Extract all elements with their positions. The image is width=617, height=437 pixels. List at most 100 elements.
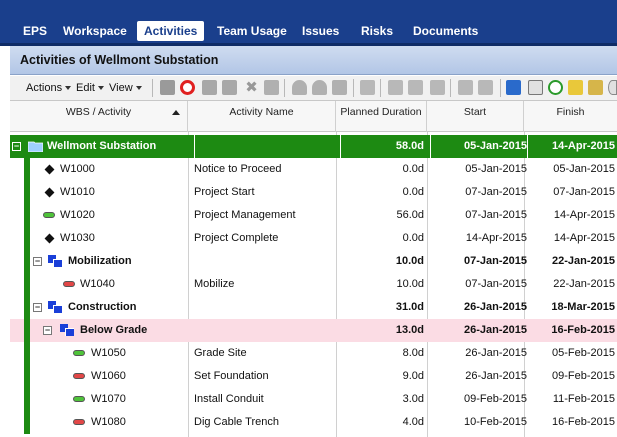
grid-icon[interactable]: [588, 80, 603, 95]
table-row[interactable]: W1020 Project Management 56.0d 07-Jan-20…: [10, 204, 617, 227]
activity-not-started-icon: [73, 350, 85, 356]
wbs-cell: − Mobilization: [10, 250, 188, 273]
row-activity-id: W1070: [91, 393, 126, 405]
duration-cell: 8.0d: [402, 347, 424, 359]
tab-eps[interactable]: EPS: [16, 21, 54, 41]
structure-icon[interactable]: [332, 80, 347, 95]
remove-icon[interactable]: ✖: [244, 80, 259, 95]
settings-icon[interactable]: [568, 80, 583, 95]
table-row[interactable]: W1080 Dig Cable Trench 4.0d 10-Feb-2015 …: [10, 411, 617, 434]
move-icon[interactable]: [202, 80, 217, 95]
project-folder-icon: [28, 141, 43, 152]
row-activity-id: W1080: [91, 416, 126, 428]
wbs-cell: W1070: [10, 388, 188, 411]
finish-cell: 14-Apr-2015: [527, 135, 617, 158]
check-icon[interactable]: [548, 80, 563, 95]
toolbar: Actions Edit View ✖: [10, 76, 617, 101]
column-header-wbs-activity[interactable]: WBS / Activity: [10, 101, 188, 132]
wbs-icon: [48, 301, 62, 313]
collapse-icon[interactable]: −: [43, 326, 52, 335]
page-title: Activities of Wellmont Substation: [10, 46, 617, 75]
start-cell: 26-Jan-2015: [465, 370, 527, 382]
activity-name-cell: [194, 296, 342, 319]
table-row[interactable]: W1030 Project Complete 0.0d 14-Apr-2015 …: [10, 227, 617, 250]
sort-ascending-icon: [172, 110, 180, 115]
tab-documents[interactable]: Documents: [406, 21, 485, 41]
column-header-activity-name[interactable]: Activity Name: [188, 101, 336, 132]
schedule-icon[interactable]: [506, 80, 521, 95]
save-icon[interactable]: [160, 80, 175, 95]
finish-cell: 22-Jan-2015: [553, 278, 615, 290]
more-icon[interactable]: [608, 80, 617, 95]
activity-not-started-icon: [43, 212, 55, 218]
wbs-cell: W1060: [10, 365, 188, 388]
view-menu[interactable]: View: [109, 82, 142, 94]
tab-team-usage[interactable]: Team Usage: [210, 21, 294, 41]
assign-role-icon[interactable]: [312, 80, 327, 95]
tab-workspace[interactable]: Workspace: [56, 21, 134, 41]
tab-activities[interactable]: Activities: [137, 21, 205, 41]
wbs-icon: [60, 324, 74, 336]
duration-cell: 31.0d: [395, 301, 424, 313]
milestone-icon: [44, 187, 55, 198]
table-row-wbs[interactable]: − Mobilization 10.0d 07-Jan-2015 22-Jan-…: [10, 250, 617, 273]
home-icon[interactable]: [478, 80, 493, 95]
activity-name-cell: [194, 135, 342, 158]
table-row-project[interactable]: − Wellmont Substation 58.0d 05-Jan-2015 …: [10, 135, 617, 158]
collapse-icon[interactable]: −: [33, 257, 42, 266]
activity-name-cell: Project Management: [194, 209, 296, 221]
toolbar-separator: [152, 79, 153, 97]
wbs-cell: W1010: [10, 181, 188, 204]
start-cell: 26-Jan-2015: [464, 301, 527, 313]
finish-cell: 16-Feb-2015: [551, 324, 615, 336]
table-row[interactable]: W1070 Install Conduit 3.0d 09-Feb-2015 1…: [10, 388, 617, 411]
duration-cell: 56.0d: [396, 209, 424, 221]
duration-cell: 3.0d: [402, 393, 424, 405]
reassign-icon[interactable]: [388, 80, 403, 95]
finish-cell: 09-Feb-2015: [552, 370, 615, 382]
finish-cell: 05-Jan-2015: [553, 163, 615, 175]
activity-name-cell: Set Foundation: [194, 370, 269, 382]
layout-icon[interactable]: [430, 80, 445, 95]
column-header-finish[interactable]: Finish: [524, 101, 617, 132]
activity-name-cell: [194, 319, 342, 342]
link-icon[interactable]: [222, 80, 237, 95]
table-row[interactable]: W1040 Mobilize 10.0d 07-Jan-2015 22-Jan-…: [10, 273, 617, 296]
filter-icon[interactable]: [264, 80, 279, 95]
actions-menu[interactable]: Actions: [26, 82, 71, 94]
table-row-wbs-selected[interactable]: − Below Grade 13.0d 26-Jan-2015 16-Feb-2…: [10, 319, 617, 342]
copy-icon[interactable]: [408, 80, 423, 95]
milestone-icon: [44, 233, 55, 244]
table-row[interactable]: W1060 Set Foundation 9.0d 26-Jan-2015 09…: [10, 365, 617, 388]
tab-risks[interactable]: Risks: [354, 21, 400, 41]
row-wbs-label: Wellmont Substation: [47, 140, 157, 152]
assign-resource-icon[interactable]: [292, 80, 307, 95]
finish-cell: 16-Feb-2015: [552, 416, 615, 428]
column-header-planned-duration[interactable]: Planned Duration: [336, 101, 427, 132]
wbs-icon: [48, 255, 62, 267]
table-row[interactable]: W1050 Grade Site 8.0d 26-Jan-2015 05-Feb…: [10, 342, 617, 365]
collapse-icon[interactable]: −: [33, 303, 42, 312]
wbs-cell: − Construction: [10, 296, 188, 319]
table-row[interactable]: W1010 Project Start 0.0d 07-Jan-2015 07-…: [10, 181, 617, 204]
row-wbs-label: Mobilization: [68, 255, 132, 267]
toolbar-separator: [380, 79, 381, 97]
duration-cell: 0.0d: [402, 186, 424, 198]
edit-menu[interactable]: Edit: [76, 82, 104, 94]
row-activity-id: W1050: [91, 347, 126, 359]
milestone-icon: [44, 164, 55, 175]
row-activity-id: W1000: [60, 163, 95, 175]
indent-icon[interactable]: [458, 80, 473, 95]
table-row[interactable]: W1000 Notice to Proceed 0.0d 05-Jan-2015…: [10, 158, 617, 181]
report-icon[interactable]: [528, 80, 543, 95]
start-cell: 09-Feb-2015: [464, 393, 527, 405]
delete-icon[interactable]: [180, 80, 195, 95]
tool-icon[interactable]: [360, 80, 375, 95]
table-row-wbs[interactable]: − Construction 31.0d 26-Jan-2015 18-Mar-…: [10, 296, 617, 319]
tab-issues[interactable]: Issues: [295, 21, 346, 41]
column-header-start[interactable]: Start: [427, 101, 524, 132]
finish-cell: 22-Jan-2015: [552, 255, 615, 267]
activity-name-cell: Project Start: [194, 186, 255, 198]
row-activity-id: W1020: [60, 209, 95, 221]
collapse-icon[interactable]: −: [12, 142, 21, 151]
